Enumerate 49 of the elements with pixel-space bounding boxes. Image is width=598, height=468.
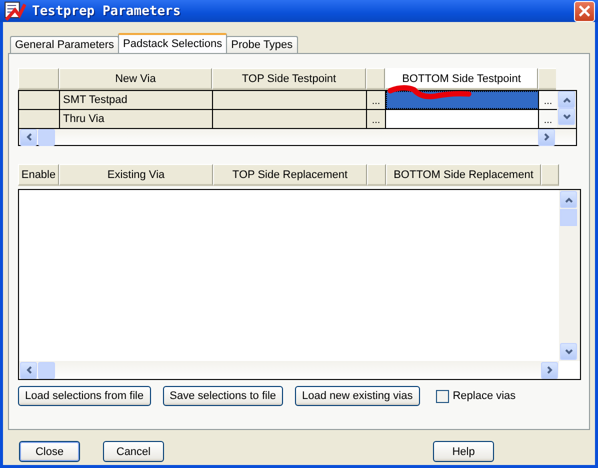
column-header[interactable] — [366, 68, 385, 90]
window-title: Testprep Parameters — [32, 4, 182, 18]
scroll-thumb[interactable] — [38, 362, 55, 378]
row-header[interactable] — [19, 110, 60, 128]
chevron-right-icon — [542, 132, 552, 142]
row-header[interactable] — [19, 91, 60, 109]
table-cell: SMT Testpad — [60, 91, 213, 109]
chevron-right-icon — [544, 365, 554, 375]
action-button[interactable]: Load new existing vias — [295, 386, 420, 406]
tab[interactable]: Padstack Selections — [118, 33, 228, 53]
ellipsis-button[interactable]: ... — [367, 91, 386, 109]
app-icon — [4, 1, 26, 21]
scroll-left-button[interactable] — [20, 128, 37, 146]
scroll-down-button[interactable] — [560, 343, 577, 360]
column-header[interactable] — [541, 164, 559, 186]
column-header[interactable]: BOTTOM Side Replacement — [386, 164, 541, 186]
column-header[interactable]: Enable — [18, 164, 59, 186]
scroll-up-button[interactable] — [558, 91, 575, 108]
chevron-down-icon — [562, 112, 572, 122]
horizontal-scrollbar[interactable] — [19, 361, 559, 379]
tab[interactable]: Probe Types — [226, 36, 298, 53]
column-header[interactable]: TOP Side Testpoint — [212, 68, 366, 90]
vertical-scrollbar[interactable] — [559, 190, 580, 361]
scroll-thumb[interactable] — [560, 209, 577, 226]
scroll-down-button[interactable] — [558, 108, 575, 125]
column-header[interactable]: TOP Side Replacement — [213, 164, 367, 186]
dialog-button[interactable]: Cancel — [103, 441, 164, 462]
scroll-up-button[interactable] — [560, 191, 577, 208]
checkbox[interactable] — [436, 390, 449, 402]
column-header[interactable]: BOTTOM Side Testpoint — [385, 68, 538, 90]
ellipsis-button[interactable]: ... — [539, 110, 557, 128]
ellipsis-button[interactable]: ... — [539, 91, 557, 109]
action-button[interactable]: Load selections from file — [18, 386, 151, 406]
dialog-button[interactable]: Help — [433, 441, 494, 462]
scroll-right-button[interactable] — [538, 128, 555, 146]
scroll-thumb[interactable] — [38, 128, 55, 146]
dialog-button[interactable]: Close — [19, 441, 80, 462]
column-header[interactable]: Existing Via — [59, 164, 213, 186]
table-cell: Thru Via — [60, 110, 213, 128]
chevron-down-icon — [564, 346, 574, 356]
checkbox-label: Replace vias — [452, 390, 516, 402]
column-header[interactable] — [367, 164, 386, 186]
column-header[interactable]: New Via — [59, 68, 212, 90]
tab[interactable]: General Parameters — [10, 36, 120, 53]
action-button[interactable]: Save selections to file — [162, 386, 284, 406]
close-button[interactable] — [574, 0, 595, 22]
horizontal-scrollbar[interactable] — [18, 128, 577, 146]
table-cell[interactable] — [386, 110, 539, 128]
ellipsis-button[interactable]: ... — [367, 110, 386, 128]
